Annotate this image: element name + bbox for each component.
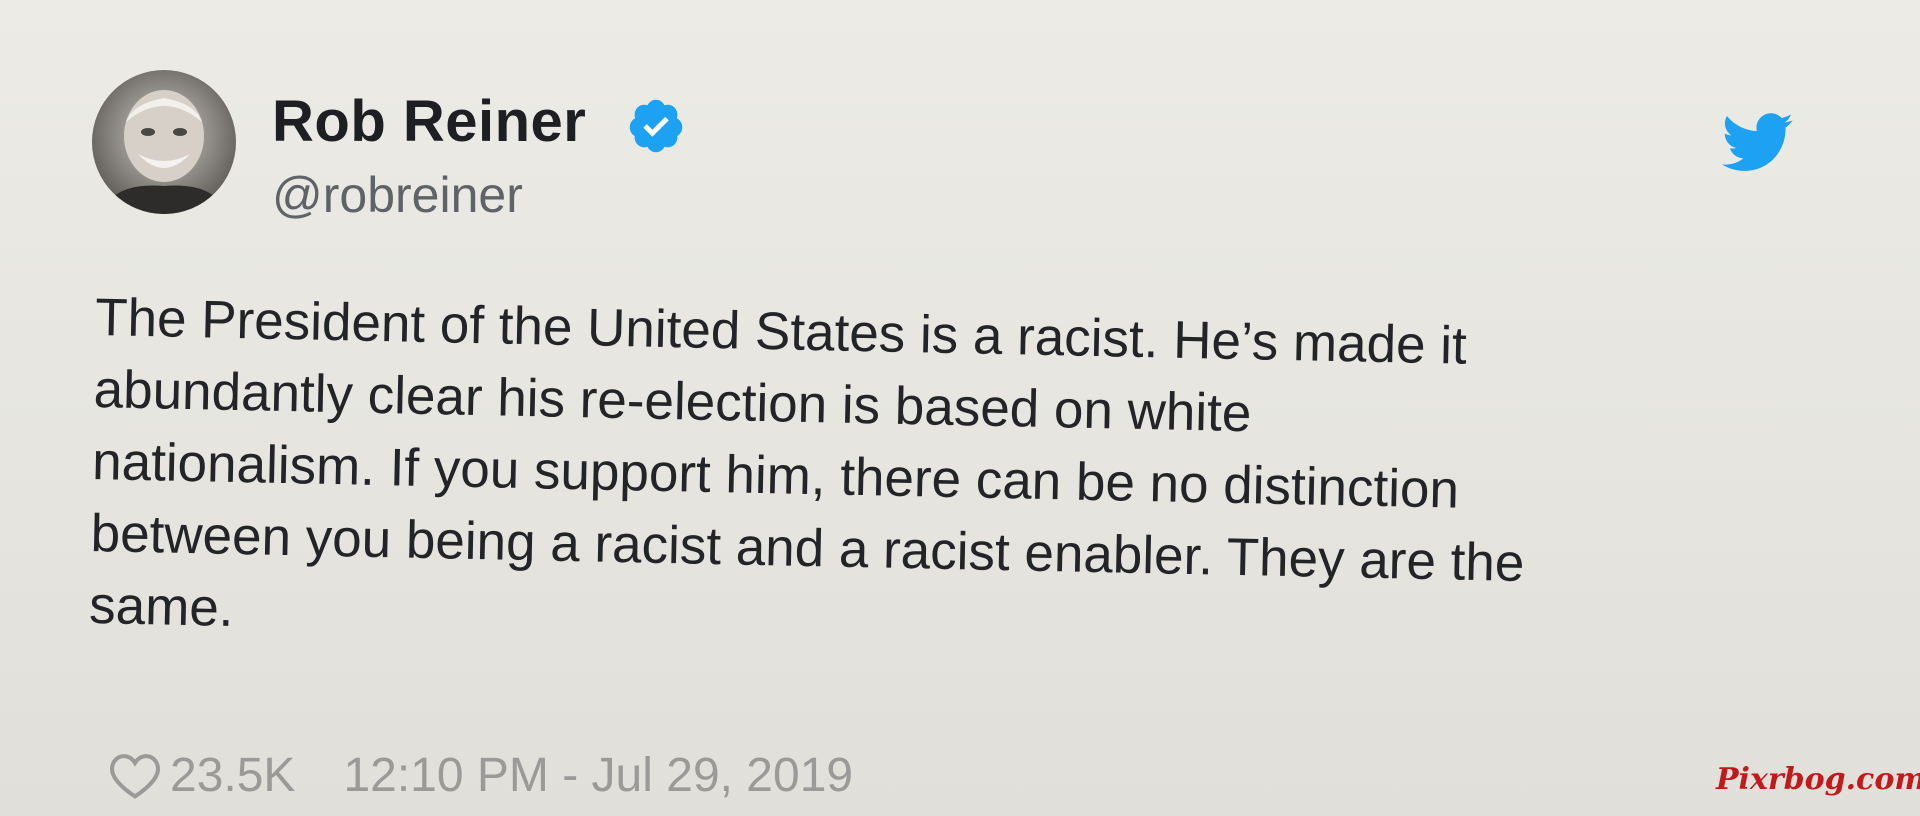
watermark: Pixrbog.com <box>1716 762 1920 797</box>
author-handle[interactable]: @robreiner <box>272 166 523 224</box>
author-name[interactable]: Rob Reiner <box>272 88 586 155</box>
tweet-footer: 23.5K 12:10 PM - Jul 29, 2019 <box>108 744 853 806</box>
like-count[interactable]: 23.5K <box>170 748 295 803</box>
verified-badge-icon <box>629 99 683 153</box>
tweet-timestamp[interactable]: 12:10 PM - Jul 29, 2019 <box>343 748 853 803</box>
heart-icon[interactable] <box>108 750 162 800</box>
avatar-photo-icon <box>102 90 226 214</box>
twitter-bird-icon[interactable] <box>1722 112 1794 174</box>
avatar[interactable] <box>92 70 236 214</box>
tweet-text: The President of the United States is a … <box>88 282 1815 678</box>
tweet-card: Rob Reiner @robreiner The President of t… <box>0 0 1920 816</box>
